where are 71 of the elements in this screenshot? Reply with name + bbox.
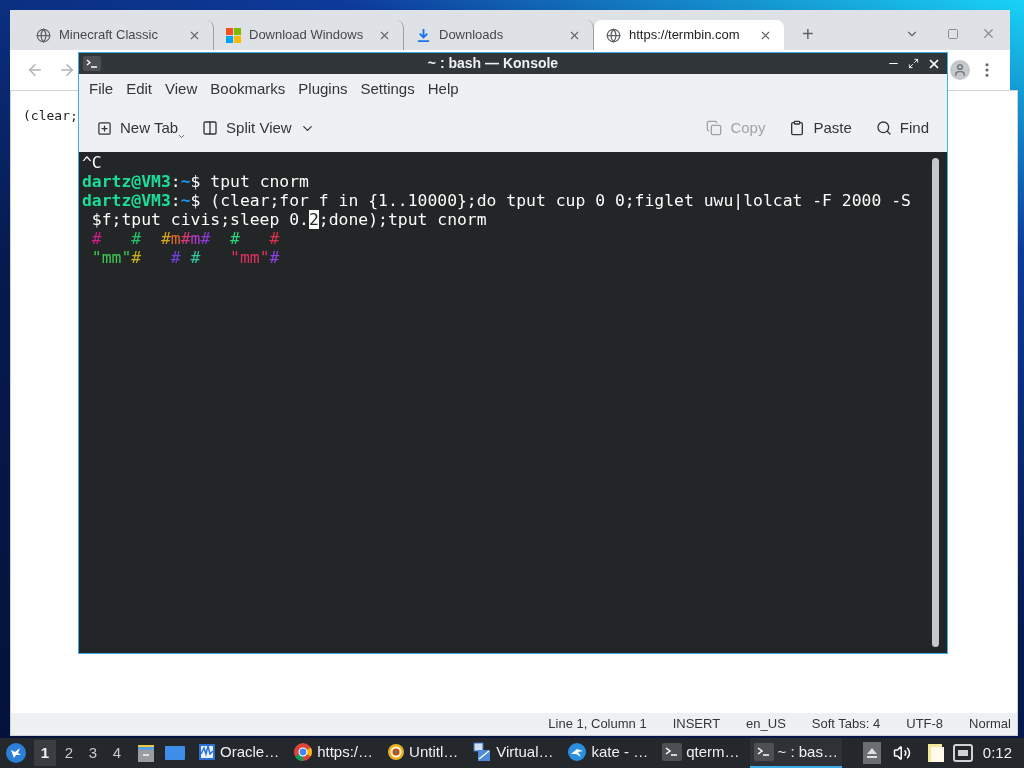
notes-icon[interactable]	[926, 743, 945, 763]
maximize-icon[interactable]	[908, 58, 919, 69]
status-item: INSERT	[672, 715, 721, 734]
toolbar-button[interactable]: Paste	[781, 113, 860, 143]
virtual-machine-icon	[472, 742, 493, 762]
avatar-icon[interactable]	[950, 60, 970, 80]
taskbar-button[interactable]: qterm…	[658, 738, 744, 768]
menu-item[interactable]: File	[83, 77, 120, 101]
terminal-icon	[83, 56, 101, 71]
download-icon	[416, 27, 431, 43]
globe-icon	[606, 27, 621, 43]
taskbar-button[interactable]: Virtual…	[468, 738, 558, 768]
file-cabinet-icon[interactable]	[136, 743, 156, 763]
toolbar-button[interactable]: Split View	[194, 113, 323, 143]
ascii-art-line: "mm"# # # "mm"#	[90, 248, 280, 267]
taskbar-button[interactable]: ~ : bas…	[749, 738, 842, 768]
monitor-icon	[198, 743, 216, 761]
search-icon	[875, 120, 892, 136]
tab-title: Downloads	[439, 26, 505, 45]
start-menu-icon[interactable]	[6, 743, 26, 763]
terminal-line: ^C	[82, 153, 102, 172]
workspace-button[interactable]: 2	[58, 740, 80, 766]
bird-icon	[567, 742, 588, 762]
workspace-button[interactable]: 4	[106, 740, 128, 766]
terminal-line: dartz@VM3:~$ tput cnorm	[82, 172, 309, 191]
status-item: en_US	[746, 715, 786, 734]
status-item: Line 1, Column 1	[548, 715, 647, 734]
workspace-button[interactable]: 1	[34, 740, 56, 766]
terminal-icon	[753, 743, 774, 761]
editor-text: (clear;	[23, 108, 78, 123]
add-tab-icon	[97, 120, 112, 136]
terminal-line: $f;tput civis;sleep 0.2;done);tput cnorm	[90, 210, 487, 229]
taskbar-button[interactable]: Untitl…	[383, 738, 463, 768]
network-icon[interactable]	[952, 744, 973, 762]
clipboard-icon	[789, 120, 806, 136]
taskbar-button[interactable]: https:/…	[289, 738, 378, 768]
taskbar-button[interactable]: kate - …	[563, 738, 653, 768]
scrollbar[interactable]	[932, 158, 939, 647]
toolbar-button[interactable]: Find	[867, 113, 937, 143]
volume-icon[interactable]	[892, 744, 911, 762]
menu-item[interactable]: Help	[421, 77, 465, 101]
ascii-art-line: # # #m#m# # #	[90, 229, 280, 248]
copy-icon	[706, 120, 723, 136]
clock: 0:12	[982, 742, 1012, 763]
new-tab-button[interactable]: +	[802, 24, 814, 44]
window-title: ~ : bash — Konsole	[426, 54, 560, 73]
desktop-icon[interactable]	[164, 744, 186, 762]
taskbar-button[interactable]: Oracle…	[194, 738, 284, 768]
eject-icon[interactable]	[862, 742, 881, 764]
status-item: Soft Tabs: 4	[811, 715, 881, 734]
tab-title: Minecraft Classic	[59, 26, 159, 45]
chrome-icon	[293, 742, 314, 762]
terminal-icon	[662, 743, 683, 761]
tab-title: https://termbin.com	[629, 26, 741, 45]
split-view-icon	[202, 120, 219, 136]
tab-title: Download Windows	[249, 26, 365, 45]
terminal-line: dartz@VM3:~$ (clear;for f in {1..10000};do tput cup 0 0;figlet uwu|lolcat -F 2000 -S	[82, 191, 911, 210]
windows-icon	[226, 27, 241, 43]
workspace-button[interactable]: 3	[82, 740, 104, 766]
caret-icon	[177, 132, 187, 141]
globe-icon	[36, 27, 51, 43]
status-item: Normal	[969, 715, 1011, 734]
browser-tab[interactable]: https://termbin.com	[594, 20, 784, 50]
menu-item[interactable]: View	[159, 77, 204, 101]
menu-item[interactable]: Bookmarks	[204, 77, 292, 101]
status-item: UTF-8	[906, 715, 944, 734]
menu-item[interactable]: Settings	[354, 77, 421, 101]
menu-item[interactable]: Edit	[120, 77, 159, 101]
toolbar-button[interactable]: New Tab	[89, 113, 187, 143]
menu-item[interactable]: Plugins	[292, 77, 354, 101]
target-icon	[387, 743, 406, 761]
